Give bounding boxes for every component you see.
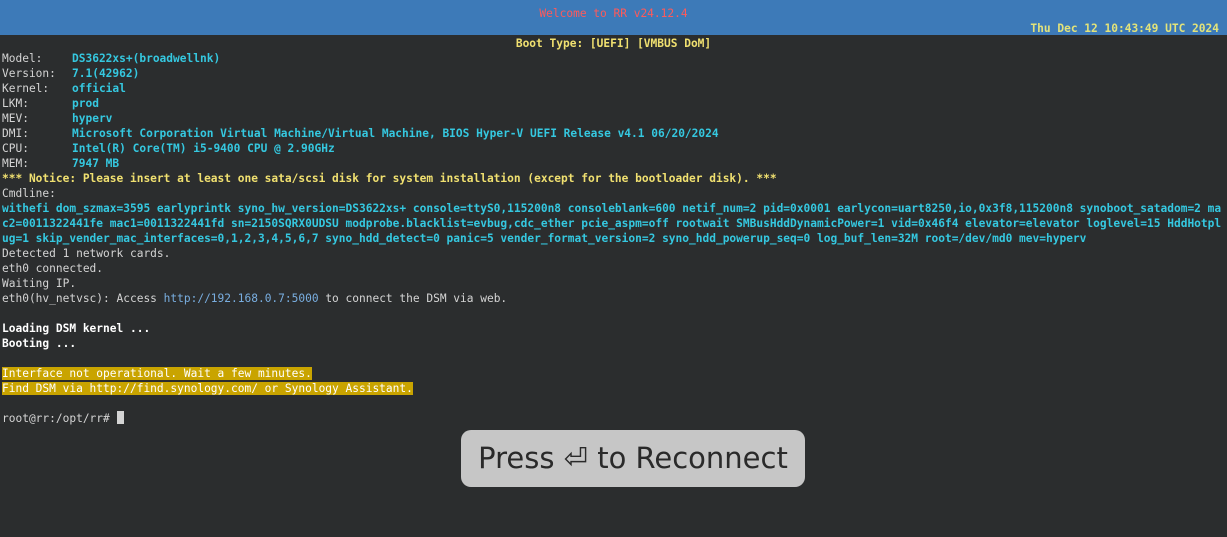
info-key: Model: (2, 52, 43, 65)
info-value: 7947 MB (72, 157, 120, 170)
info-value: prod (72, 97, 99, 110)
info-value: official (72, 82, 126, 95)
info-key: Version: (2, 67, 56, 80)
info-row-kernel: Kernel: official (2, 81, 1222, 96)
info-key: CPU: (2, 142, 29, 155)
shell-prompt-line[interactable]: root@rr:/opt/rr# (2, 411, 1222, 426)
info-value: Intel(R) Core(TM) i5-9400 CPU @ 2.90GHz (72, 142, 335, 155)
boot-type: Boot Type: [UEFI] [VMBUS DoM] (515, 37, 712, 50)
info-row-cpu: CPU: Intel(R) Core(TM) i5-9400 CPU @ 2.90… (2, 141, 1222, 156)
cmdline-value: withefi dom_szmax=3595 earlyprintk syno_… (2, 202, 1222, 245)
info-key: DMI: (2, 127, 29, 140)
info-key: Kernel: (2, 82, 50, 95)
terminal-cursor (116, 411, 124, 424)
access-suffix: to connect the DSM via web. (318, 292, 508, 305)
network-access: eth0(hv_netvsc): Access http://192.168.0… (2, 291, 1222, 306)
shell-prompt: root@rr:/opt/rr# (2, 412, 117, 425)
info-row-lkm: LKM: prod (2, 96, 1222, 111)
info-value: 7.1(42962) (72, 67, 140, 80)
info-row-dmi: DMI: Microsoft Corporation Virtual Machin… (2, 126, 1222, 141)
access-prefix: eth0(hv_netvsc): Access (2, 292, 164, 305)
terminal-output[interactable]: Model: DS3622xs+(broadwellnk) Version: 7.1… (2, 51, 1222, 426)
warning-text: Find DSM via http://find.synology.com/ o… (2, 382, 413, 395)
info-value: DS3622xs+(broadwellnk) (72, 52, 221, 65)
info-value: Microsoft Corporation Virtual Machine/Vi… (72, 127, 719, 140)
info-row-model: Model: DS3622xs+(broadwellnk) (2, 51, 1222, 66)
datetime: Thu Dec 12 10:43:49 UTC 2024 (1030, 22, 1219, 35)
info-key: LKM: (2, 97, 29, 110)
info-row-version: Version: 7.1(42962) (2, 66, 1222, 81)
info-key: MEV: (2, 112, 29, 125)
booting: Booting ... (2, 337, 77, 350)
reconnect-button[interactable]: Press ⏎ to Reconnect (461, 430, 805, 487)
notice-line: *** Notice: Please insert at least one s… (2, 172, 777, 185)
warning-line-1: Interface not operational. Wait a few mi… (2, 366, 1222, 381)
welcome-title: Welcome to RR v24.12.4 (539, 7, 688, 20)
cmdline-label: Cmdline: (2, 187, 56, 200)
info-row-mev: MEV: hyperv (2, 111, 1222, 126)
info-row-mem: MEM: 7947 MB (2, 156, 1222, 171)
loading-kernel: Loading DSM kernel ... (2, 322, 151, 335)
network-detected: Detected 1 network cards. (2, 247, 171, 260)
network-connected: eth0 connected. (2, 262, 104, 275)
warning-text: Interface not operational. Wait a few mi… (2, 367, 312, 380)
header-banner: Welcome to RR v24.12.4 Thu Dec 12 10:43:… (0, 0, 1227, 35)
dsm-url-link[interactable]: http://192.168.0.7:5000 (164, 292, 319, 305)
warning-line-2: Find DSM via http://find.synology.com/ o… (2, 381, 1222, 396)
network-waiting: Waiting IP. (2, 277, 77, 290)
info-value: hyperv (72, 112, 113, 125)
info-key: MEM: (2, 157, 29, 170)
